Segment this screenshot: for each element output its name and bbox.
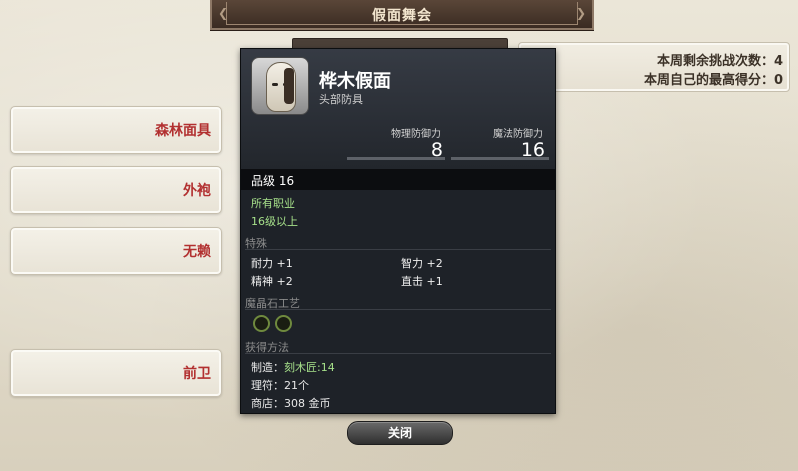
craft-label: 制造： [251,361,284,374]
item-slot-type: 头部防具 [319,93,363,106]
option-label: 无赖 [183,244,211,260]
level-requirement: 16级以上 [251,215,298,228]
section-divider [245,249,551,250]
stat-mind: 精神 +2 [251,275,293,288]
repair-source: 理符：21个 [251,379,309,392]
physical-defense-label: 物理防御力 [391,129,441,140]
window-title: 假面舞会 [372,8,432,24]
craft-value: 刻木匠:14 [284,361,335,374]
weekly-best-text: 本周自己的最高得分：0 [643,73,783,88]
physical-defense-underline [347,157,445,160]
item-level: 品级 16 [251,174,295,188]
item-name: 桦木假面 [319,71,391,92]
close-button[interactable]: 关闭 [347,421,453,445]
materia-slot-icon [275,315,292,332]
option-card-vanguard[interactable]: 前卫 [10,349,222,397]
stat-vitality: 耐力 +1 [251,257,293,270]
mask-icon [251,57,309,115]
mask-strap [284,68,294,104]
option-card-robe[interactable]: 外袍 [10,166,222,214]
stat-intelligence: 智力 +2 [401,257,443,270]
shop-source: 商店：308 金币 [251,397,331,410]
option-label: 前卫 [183,366,211,382]
section-divider [245,353,551,354]
stat-direct-hit: 直击 +1 [401,275,443,288]
option-label: 外袍 [183,183,211,199]
section-divider [245,309,551,310]
magic-defense-underline [451,157,549,160]
tooltip-header: 桦木假面 头部防具 物理防御力 魔法防御力 8 16 [241,49,555,169]
option-label: 森林面具 [155,123,211,139]
craft-source: 制造：刻木匠:14 [251,359,335,375]
mask-eye-left [272,83,278,86]
weekly-remaining-text: 本周剩余挑战次数：4 [656,54,783,69]
title-bar: ❮ ❯ 假面舞会 [210,0,594,30]
option-card-rogue[interactable]: 无赖 [10,227,222,275]
item-level-row: 品级 16 [241,169,555,190]
option-card-forest-mask[interactable]: 森林面具 [10,106,222,154]
materia-slot-icon [253,315,270,332]
class-requirement: 所有职业 [251,197,295,210]
weekly-info-box: 本周剩余挑战次数：4 本周自己的最高得分：0 [518,42,790,92]
magic-defense-label: 魔法防御力 [493,129,543,140]
item-tooltip: 桦木假面 头部防具 物理防御力 魔法防御力 8 16 品级 16 所有职业 16… [240,48,556,414]
